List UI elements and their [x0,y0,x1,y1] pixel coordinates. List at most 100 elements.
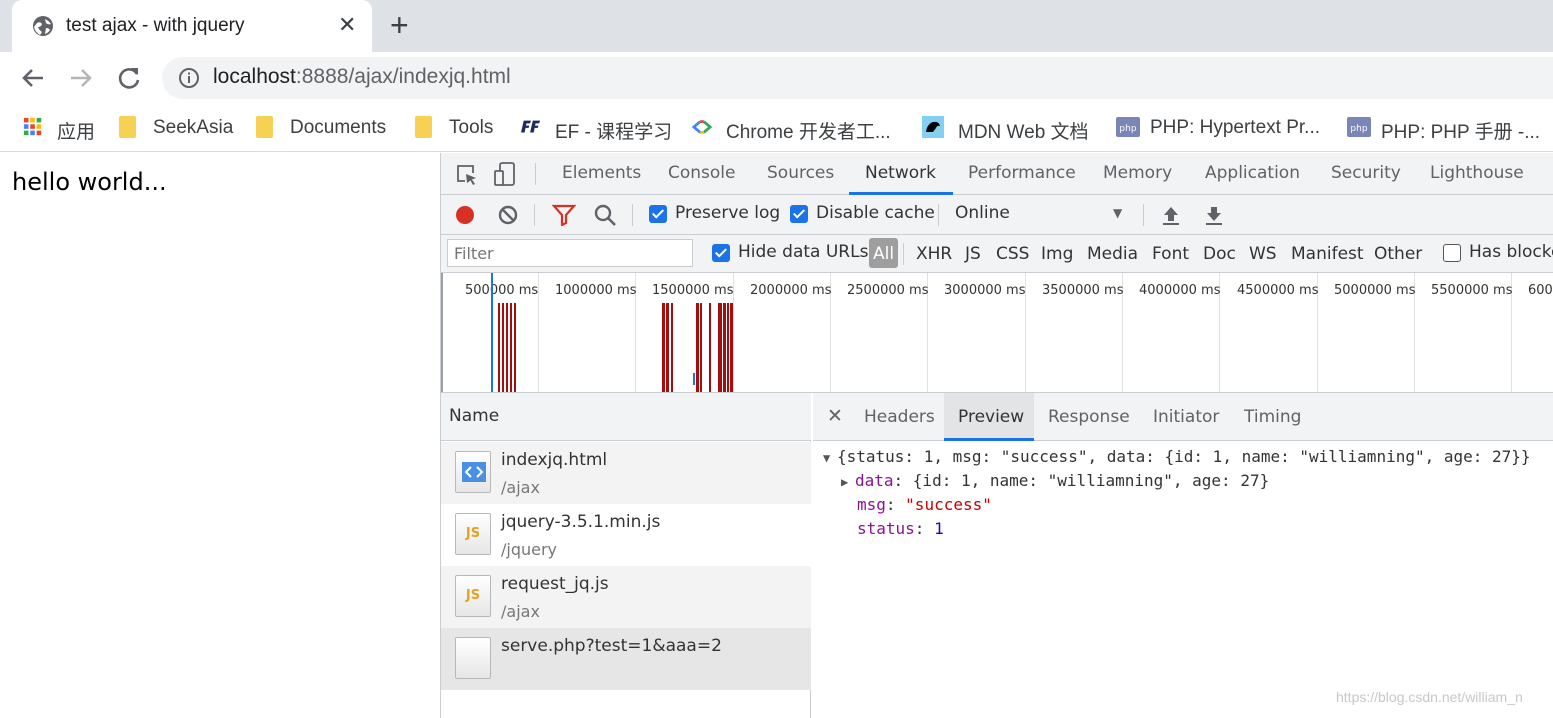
network-toolbar: Preserve log Disable cache Online ▼ [441,195,1553,235]
name-column-header[interactable]: Name [441,393,811,441]
timeline-request-bar [723,303,726,392]
has-blocked-checkbox[interactable] [1443,244,1461,262]
ef-logo-icon [521,120,541,133]
bookmark-label: 应用 [57,122,96,143]
request-detail-pane: ✕ Headers Preview Response Initiator Tim… [813,393,1553,718]
close-icon[interactable]: ✕ [827,405,843,427]
page-viewport: hello world... [0,153,440,718]
browser-toolbar: localhost:8888/ajax/indexjq.html [0,52,1553,104]
filter-funnel-icon[interactable] [552,204,576,226]
bookmark-label: Documents [290,117,387,138]
timeline-request-bar [718,303,722,392]
tab-headers[interactable]: Headers [864,407,935,427]
new-tab-button[interactable]: + [390,8,409,42]
filter-type-ws[interactable]: WS [1249,244,1277,264]
filter-input[interactable] [447,239,693,267]
request-row[interactable]: JS request_jq.js /ajax [441,566,811,628]
js-file-icon: JS [455,513,491,555]
devtools-tabbar: Elements Console Sources Network Perform… [441,153,1553,195]
generic-file-icon [455,637,491,679]
filter-type-manifest[interactable]: Manifest [1291,244,1364,264]
inspect-element-icon[interactable] [455,163,479,187]
php-logo-icon: php [1347,117,1371,137]
timeline-request-bar [662,303,665,392]
tab-elements[interactable]: Elements [562,163,641,183]
request-row-selected[interactable]: serve.php?test=1&aaa=2 [441,628,811,690]
folder-icon [415,116,432,138]
filter-type-css[interactable]: CSS [996,244,1029,264]
filter-type-img[interactable]: Img [1041,244,1073,264]
filter-type-font[interactable]: Font [1152,244,1189,264]
tab-console[interactable]: Console [668,163,736,183]
back-arrow-icon[interactable] [17,62,49,94]
filter-type-other[interactable]: Other [1374,244,1422,264]
url-host: localhost [213,65,296,88]
request-name: serve.php?test=1&aaa=2 [501,636,722,656]
tab-memory[interactable]: Memory [1103,163,1172,183]
info-icon[interactable] [178,67,200,89]
json-status-line: status: 1 [857,519,944,538]
tab-sources[interactable]: Sources [767,163,834,183]
request-row[interactable]: JS jquery-3.5.1.min.js /jquery [441,504,811,566]
timeline-dom-marker [491,273,493,392]
separator [535,163,536,185]
json-data-line[interactable]: ▶ data: {id: 1, name: "williamning", age:… [841,471,1269,490]
device-toolbar-icon[interactable] [493,161,517,189]
name-column-label: Name [449,406,500,426]
expanded-triangle-icon[interactable]: ▼ [823,451,837,465]
bookmark-label: Tools [449,117,494,138]
tab-preview[interactable]: Preview [958,407,1024,427]
request-path: /ajax [501,602,540,621]
svg-text:php: php [1119,124,1136,134]
preserve-log-checkbox[interactable] [649,205,667,223]
bookmark-label: PHP: Hypertext Pr... [1150,117,1320,138]
export-har-icon[interactable] [1204,204,1224,226]
filter-bar: Hide data URLs All XHR JS CSS Img Media … [441,235,1553,273]
json-string-value: "success" [905,495,992,514]
hide-data-urls-checkbox[interactable] [712,244,730,262]
tab-timing[interactable]: Timing [1244,407,1301,427]
network-overview[interactable]: 500000 ms 1000000 ms 1500000 ms 2000000 … [441,273,1553,393]
clear-icon[interactable] [497,204,519,226]
tab-network[interactable]: Network [865,163,936,183]
separator [938,204,939,226]
tab-application[interactable]: Application [1205,163,1300,183]
detail-tabbar: ✕ Headers Preview Response Initiator Tim… [813,393,1553,441]
json-key: msg [857,495,886,514]
filter-type-doc[interactable]: Doc [1203,244,1236,264]
filter-type-all[interactable]: All [869,238,899,268]
filter-type-js[interactable]: JS [965,244,981,264]
throttling-value: Online [955,203,1010,223]
filter-type-media[interactable]: Media [1087,244,1138,264]
import-har-icon[interactable] [1161,204,1181,226]
record-icon[interactable] [453,203,477,227]
reload-icon[interactable] [113,62,145,94]
tab-initiator[interactable]: Initiator [1153,407,1219,427]
timeline-request-bar [666,303,669,392]
folder-icon [119,116,136,138]
json-root-line[interactable]: ▼ {status: 1, msg: "success", data: {id: … [823,447,1531,466]
timeline-request-bar [700,303,702,392]
json-key: data [855,471,894,490]
bookmarks-bar: 应用 SeekAsia Documents Tools EF - 课程学习 Ch… [0,104,1553,152]
forward-arrow-icon[interactable] [65,62,97,94]
filter-type-xhr[interactable]: XHR [916,244,952,264]
url-text: localhost:8888/ajax/indexjq.html [213,65,511,89]
tab-close-icon[interactable]: ✕ [338,12,356,38]
tab-performance[interactable]: Performance [968,163,1076,183]
json-number-value: 1 [934,519,944,538]
watermark: https://blog.csdn.net/william_n [1336,689,1523,705]
tab-response[interactable]: Response [1048,407,1130,427]
disable-cache-checkbox[interactable] [790,205,808,223]
collapsed-triangle-icon[interactable]: ▶ [841,475,855,489]
throttling-select[interactable]: Online ▼ [945,197,1131,233]
tab-security[interactable]: Security [1331,163,1401,183]
browser-tab[interactable]: test ajax - with jquery ✕ [12,0,372,52]
address-bar[interactable]: localhost:8888/ajax/indexjq.html [162,57,1553,99]
search-icon[interactable] [593,203,617,227]
request-name: jquery-3.5.1.min.js [501,512,661,532]
request-row[interactable]: indexjq.html /ajax [441,442,811,504]
tab-lighthouse[interactable]: Lighthouse [1430,163,1524,183]
globe-icon [33,16,53,36]
json-summary: {status: 1, msg: "success", data: {id: 1… [837,447,1531,466]
